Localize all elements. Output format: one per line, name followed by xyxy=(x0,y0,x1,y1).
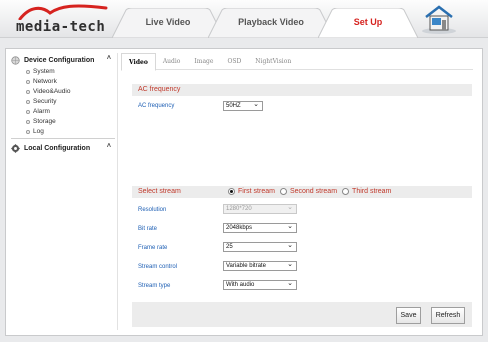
chevron-down-icon: ⌄ xyxy=(287,261,293,268)
sidebar-divider xyxy=(11,138,115,139)
ac-frequency-label: AC frequency xyxy=(138,103,175,109)
subtab-bar: Video Audio Image OSD NightVision xyxy=(121,53,473,71)
bullet-icon xyxy=(26,90,30,94)
brand-name: media-tech xyxy=(16,19,106,35)
resolution-label: Resolution xyxy=(138,207,167,213)
device-configuration-header[interactable]: Device Configuration ˄ xyxy=(11,53,115,67)
sidebar-item-label: Network xyxy=(33,78,57,85)
sidebar-item-label: Log xyxy=(33,128,44,135)
frame-rate-value: 25 xyxy=(226,244,233,250)
resolution-value: 1280*720 xyxy=(226,206,252,212)
sidebar-item-system[interactable]: System xyxy=(11,67,115,77)
ac-frequency-select[interactable]: 50HZ ⌄ xyxy=(223,101,263,111)
chevron-up-icon[interactable]: ˄ xyxy=(107,143,111,150)
radio-unselected[interactable] xyxy=(279,188,287,195)
bullet-icon xyxy=(26,70,30,74)
sidebar-item-label: System xyxy=(33,68,55,75)
chevron-down-icon: ⌄ xyxy=(287,242,293,249)
sidebar-item-label: Security xyxy=(33,98,57,105)
stream-control-label: Stream control xyxy=(138,264,178,270)
bit-rate-label: Bit rate xyxy=(138,226,158,232)
subtab-image[interactable]: Image xyxy=(187,53,220,69)
sidebar-item-label: Storage xyxy=(33,118,56,125)
stream-control-value: Variable bitrate xyxy=(226,263,266,269)
subtab-nightvision[interactable]: NightVision xyxy=(248,53,298,69)
save-button[interactable]: Save xyxy=(396,307,421,324)
subtab-video[interactable]: Video xyxy=(121,53,156,71)
bullet-icon xyxy=(26,80,30,84)
second-stream-option[interactable]: Second stream xyxy=(279,188,338,195)
tab-label: Set Up xyxy=(353,17,383,27)
main-panel: Device Configuration ˄ System Network Vi… xyxy=(5,48,483,336)
first-stream-option[interactable]: First stream xyxy=(228,188,275,195)
bullet-icon xyxy=(26,120,30,124)
bit-rate-select[interactable]: 2048kbps ⌄ xyxy=(223,223,297,233)
stream-type-label: Stream type xyxy=(138,283,171,289)
stream-type-value: With audio xyxy=(226,282,255,288)
action-bar: Save Refresh xyxy=(132,302,472,327)
tab-label: Playback Video xyxy=(238,17,304,27)
bullet-icon xyxy=(26,130,30,134)
sidebar-item-network[interactable]: Network xyxy=(11,77,115,87)
sidebar: Device Configuration ˄ System Network Vi… xyxy=(11,53,115,155)
home-icon xyxy=(422,5,456,34)
bit-rate-value: 2048kbps xyxy=(226,225,253,231)
sidebar-item-video-audio[interactable]: Video&Audio xyxy=(11,87,115,97)
sidebar-item-label: Video&Audio xyxy=(33,88,71,95)
chevron-down-icon: ⌄ xyxy=(287,204,293,211)
chevron-down-icon: ⌄ xyxy=(253,101,259,108)
logo-swoosh-icon xyxy=(18,4,108,20)
frame-rate-select[interactable]: 25 ⌄ xyxy=(223,242,297,252)
tab-set-up[interactable]: Set Up xyxy=(318,8,418,38)
radio-unselected[interactable] xyxy=(342,188,350,195)
main-nav: Live Video Playback Video Set Up xyxy=(112,8,418,38)
ac-frequency-section-title: AC frequency xyxy=(132,84,472,96)
brand-logo: media-tech xyxy=(16,4,116,36)
subtab-osd[interactable]: OSD xyxy=(220,53,248,69)
stream-control-select[interactable]: Variable bitrate ⌄ xyxy=(223,261,297,271)
sidebar-item-storage[interactable]: Storage xyxy=(11,117,115,127)
stream-type-select[interactable]: With audio ⌄ xyxy=(223,280,297,290)
third-stream-label: Third stream xyxy=(352,188,392,195)
device-configuration-label: Device Configuration xyxy=(24,56,95,64)
tab-playback-video[interactable]: Playback Video xyxy=(208,8,334,38)
chevron-down-icon: ⌄ xyxy=(287,223,293,230)
chevron-up-icon[interactable]: ˄ xyxy=(107,55,111,62)
sidebar-item-alarm[interactable]: Alarm xyxy=(11,107,115,117)
globe-icon xyxy=(11,55,20,65)
first-stream-label: First stream xyxy=(238,188,275,195)
chevron-down-icon: ⌄ xyxy=(287,280,293,287)
bullet-icon xyxy=(26,110,30,114)
subtab-audio[interactable]: Audio xyxy=(156,53,188,69)
gear-icon xyxy=(11,143,20,153)
content-area: Video Audio Image OSD NightVision AC fre… xyxy=(117,53,474,330)
second-stream-label: Second stream xyxy=(289,188,338,195)
refresh-button[interactable]: Refresh xyxy=(431,307,465,324)
resolution-select[interactable]: 1280*720 ⌄ xyxy=(223,204,297,214)
sidebar-item-security[interactable]: Security xyxy=(11,97,115,107)
local-configuration-label: Local Configuration xyxy=(24,144,91,152)
sidebar-item-log[interactable]: Log xyxy=(11,127,115,137)
top-header: media-tech Live Video Playback Video Set… xyxy=(0,0,488,38)
sidebar-item-label: Alarm xyxy=(33,108,50,115)
home-button[interactable] xyxy=(420,3,458,35)
ac-frequency-value: 50HZ xyxy=(226,103,241,109)
frame-rate-label: Frame rate xyxy=(138,245,168,251)
radio-selected[interactable] xyxy=(228,188,235,195)
stream-radio-group: First stream Second stream Third stream xyxy=(228,188,396,195)
local-configuration-header[interactable]: Local Configuration ˄ xyxy=(11,141,115,155)
third-stream-option[interactable]: Third stream xyxy=(342,188,391,195)
bullet-icon xyxy=(26,100,30,104)
